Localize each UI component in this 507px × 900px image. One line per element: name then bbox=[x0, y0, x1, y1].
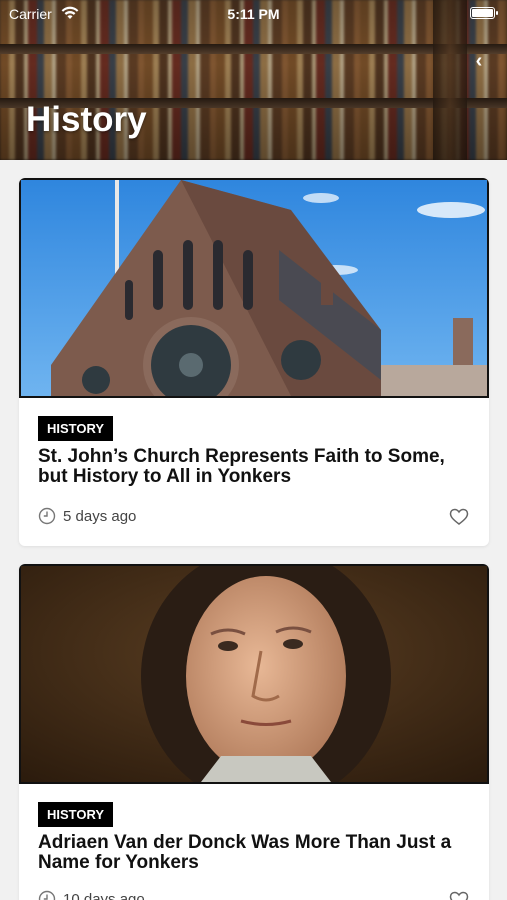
article-title[interactable]: Adriaen Van der Donck Was More Than Just… bbox=[38, 833, 478, 873]
timestamp: 10 days ago bbox=[63, 890, 145, 900]
header-banner: Carrier 5:11 PM ‹ History bbox=[0, 0, 507, 160]
church-photo-graphic bbox=[21, 180, 487, 396]
page-title: History bbox=[26, 100, 147, 139]
article-meta: 10 days ago bbox=[38, 888, 145, 900]
status-bar: Carrier 5:11 PM bbox=[0, 0, 507, 28]
article-card[interactable]: HISTORY Adriaen Van der Donck Was More T… bbox=[19, 564, 489, 900]
article-title[interactable]: St. John’s Church Represents Faith to So… bbox=[38, 447, 478, 487]
church-photo[interactable] bbox=[19, 178, 489, 398]
category-badge[interactable]: HISTORY bbox=[38, 802, 114, 827]
category-badge[interactable]: HISTORY bbox=[38, 416, 114, 441]
article-meta: 5 days ago bbox=[38, 505, 136, 527]
portrait-painting[interactable] bbox=[19, 564, 489, 784]
heart-icon[interactable] bbox=[449, 507, 469, 527]
battery-icon bbox=[470, 7, 498, 19]
clock-icon bbox=[38, 890, 56, 900]
back-button[interactable]: ‹ bbox=[469, 50, 489, 72]
timestamp: 5 days ago bbox=[63, 507, 137, 525]
clock-icon bbox=[38, 507, 56, 525]
status-time: 5:11 PM bbox=[227, 6, 280, 22]
chevron-left-icon: ‹ bbox=[475, 49, 483, 72]
article-card[interactable]: HISTORY St. John’s Church Represents Fai… bbox=[19, 178, 489, 546]
heart-icon[interactable] bbox=[449, 890, 469, 900]
portrait-painting-graphic bbox=[21, 566, 487, 782]
